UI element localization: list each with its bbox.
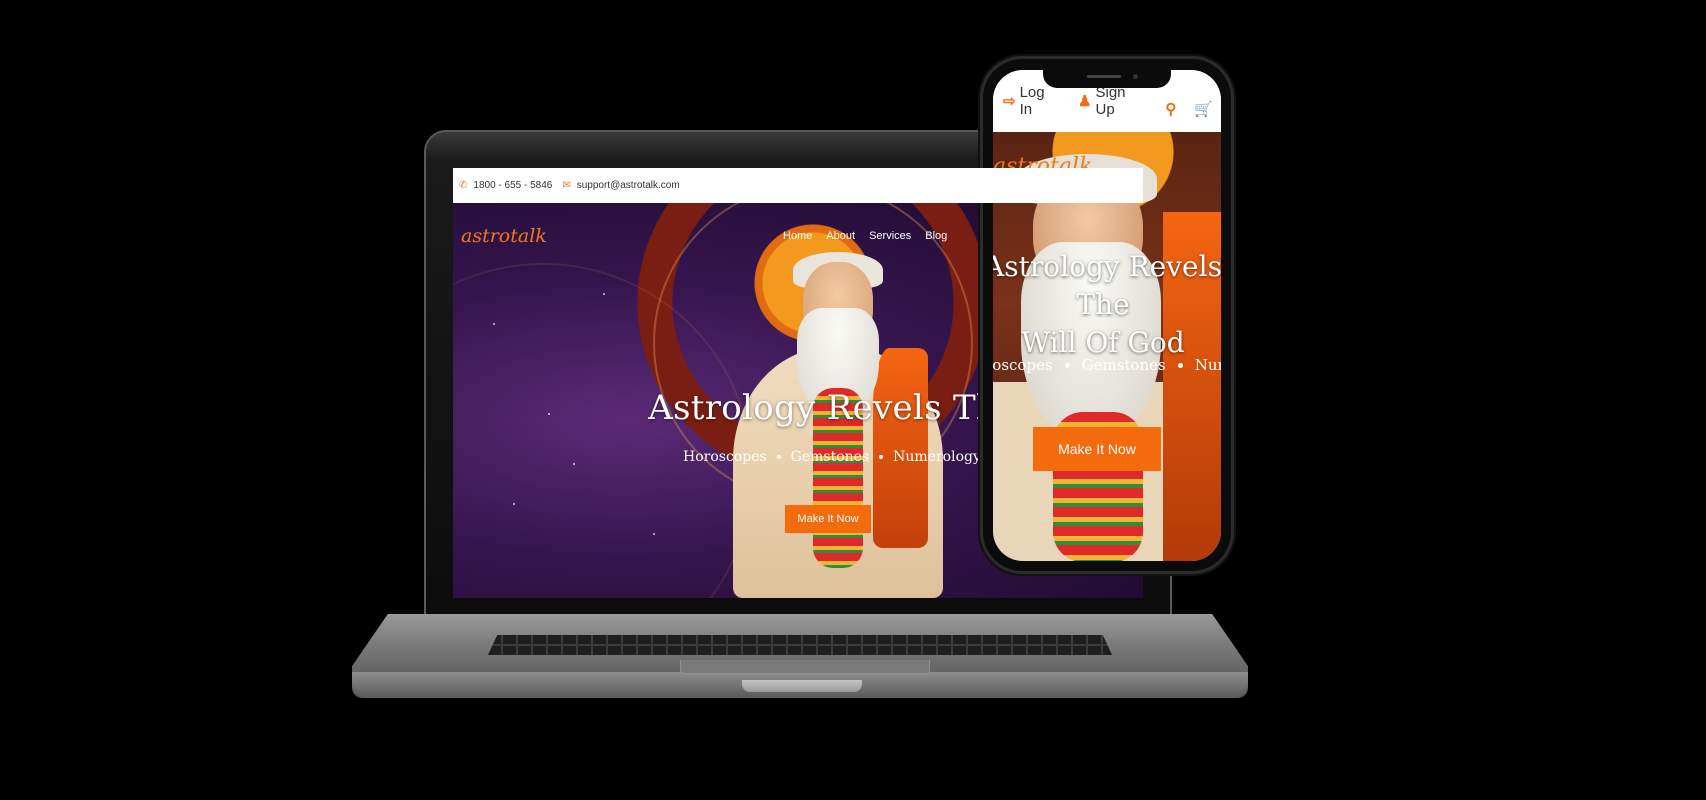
tag-horoscopes: Horoscopes (683, 449, 767, 465)
nav-home[interactable]: Home (783, 230, 812, 242)
phone-hero-title-line1: Astrology Revels The (993, 250, 1221, 321)
nav-about[interactable]: About (826, 230, 855, 242)
separator-dot (776, 455, 781, 459)
cart-icon[interactable]: 🛒 (1194, 100, 1213, 118)
phone-hero-tags: Horoscopes Gemstones Numerology (993, 356, 1221, 374)
main-nav: Home About Services Blog (783, 230, 947, 242)
phone-number: 1800 - 655 - 5846 (473, 180, 553, 191)
sign-in-icon: ⇨ (1003, 93, 1016, 110)
star (513, 503, 515, 505)
email-contact[interactable]: ✉ support@astrotalk.com (562, 180, 679, 191)
nav-services[interactable]: Services (869, 230, 911, 242)
search-icon[interactable]: ⚲ (1165, 100, 1176, 118)
phone-contact[interactable]: ✆ 1800 - 655 - 5846 (459, 180, 552, 191)
star (653, 533, 655, 535)
phone-notch (1043, 70, 1171, 88)
star (573, 463, 575, 465)
login-link[interactable]: ⇨ Log In (1003, 84, 1060, 118)
tag-numerology: Numerology (1194, 356, 1221, 374)
keyboard (488, 635, 1112, 655)
separator-dot (1177, 362, 1183, 368)
logo[interactable]: astrotalk (461, 225, 547, 247)
star (603, 293, 605, 295)
tag-gemstones: Gemstones (790, 449, 870, 465)
contact-topbar: ✆ 1800 - 655 - 5846 ✉ support@astrotalk.… (453, 168, 1143, 203)
laptop-notch (742, 680, 862, 692)
make-it-now-button[interactable]: Make It Now (785, 505, 871, 533)
tag-numerology: Numerology (893, 449, 981, 465)
tag-horoscopes: Horoscopes (993, 356, 1053, 374)
nav-blog[interactable]: Blog (925, 230, 947, 242)
envelope-icon: ✉ (562, 180, 571, 191)
signup-label: Sign Up (1095, 84, 1126, 118)
tag-gemstones: Gemstones (1081, 356, 1166, 374)
speaker (1087, 75, 1121, 78)
phone-hero-title: Astrology Revels The Will Of God (993, 248, 1221, 362)
phone-icon: ✆ (459, 180, 468, 191)
phone-make-it-now-button[interactable]: Make It Now (1033, 427, 1161, 471)
separator-dot (879, 455, 884, 459)
trackpad (680, 660, 930, 674)
phone-screen: ⇨ Log In ♟ Sign Up ⚲ 🛒 astrotalk Astrolo… (993, 70, 1221, 561)
hero-tags: Horoscopes Gemstones Numerology (683, 449, 981, 465)
login-label: Log In (1019, 84, 1045, 118)
star (493, 323, 495, 325)
camera-icon (1133, 74, 1138, 79)
signup-link[interactable]: ♟ Sign Up (1078, 84, 1147, 118)
user-plus-icon: ♟ (1078, 93, 1092, 110)
separator-dot (1064, 362, 1070, 368)
email-address: support@astrotalk.com (576, 180, 680, 191)
